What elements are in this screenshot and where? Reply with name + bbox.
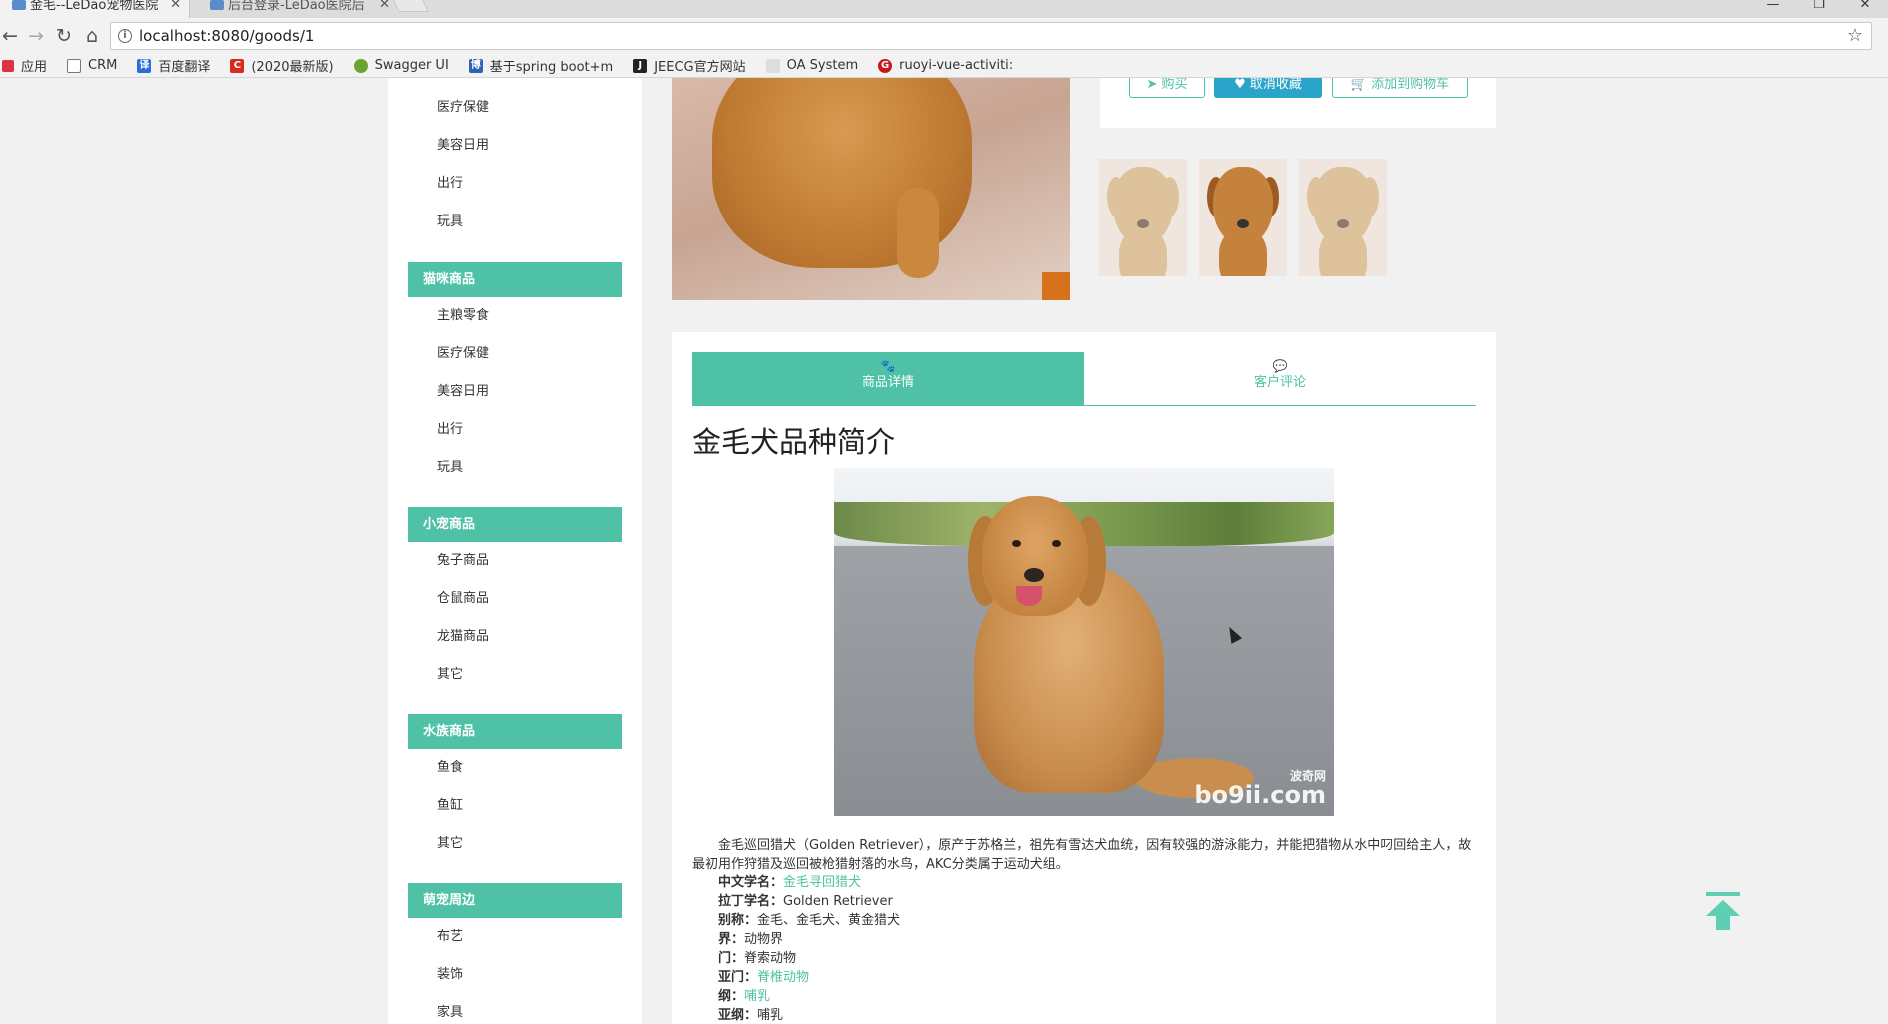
product-thumbnail[interactable] bbox=[1099, 159, 1187, 276]
reload-icon[interactable]: ↻ bbox=[52, 24, 76, 48]
home-icon[interactable]: ⌂ bbox=[80, 24, 104, 48]
bookmarks-bar: 应用 CRM 译百度翻译 C (2020最新版) Swagger UI 博基于sp… bbox=[0, 54, 1888, 78]
info-link[interactable]: 金毛寻回猎犬 bbox=[783, 875, 861, 890]
page-icon bbox=[765, 58, 780, 73]
browser-tab-strip: 金毛--LeDao宠物医院 ✕ 后台登录-LeDao医院后 ✕ — ❐ ✕ bbox=[0, 0, 1888, 18]
category-link[interactable]: 龙猫商品 bbox=[437, 629, 489, 645]
site-favicon-icon bbox=[12, 0, 26, 10]
bookmark-baidu-translate[interactable]: 译百度翻译 bbox=[137, 56, 210, 75]
category-link[interactable]: 仓鼠商品 bbox=[437, 591, 489, 607]
category-link[interactable]: 兔子商品 bbox=[437, 553, 489, 569]
category-link[interactable]: 出行 bbox=[437, 176, 463, 192]
apps-grid-icon bbox=[2, 59, 14, 72]
browser-tab-inactive[interactable]: 后台登录-LeDao医院后 ✕ bbox=[198, 0, 398, 18]
category-header-small-pets: 小宠商品 bbox=[408, 507, 622, 542]
info-row: 门：脊索动物 bbox=[718, 951, 797, 966]
info-row: 中文学名：金毛寻回猎犬 bbox=[718, 875, 862, 890]
close-window-icon[interactable]: ✕ bbox=[1842, 0, 1888, 18]
detail-tabs: 🐾 商品详情 💬 客户评论 bbox=[692, 352, 1476, 406]
tab-title: 后台登录-LeDao医院后 bbox=[228, 0, 365, 13]
close-tab-icon[interactable]: ✕ bbox=[170, 0, 181, 11]
purchase-panel: ➤ 购买 ♥ 取消收藏 🛒 添加到购物车 bbox=[1100, 78, 1496, 128]
address-url[interactable]: localhost:8080/goods/1 bbox=[139, 23, 314, 49]
page-content: 医疗保健 美容日用 出行 玩具 猫咪商品 主粮零食 医疗保健 美容日用 出行 玩… bbox=[0, 78, 1888, 1024]
category-link[interactable]: 主粮零食 bbox=[437, 308, 489, 324]
new-tab-button[interactable] bbox=[393, 0, 429, 12]
info-link[interactable]: 脊椎动物 bbox=[757, 970, 809, 985]
product-thumbnail[interactable] bbox=[1199, 159, 1287, 276]
forward-arrow-icon[interactable]: → bbox=[24, 24, 48, 48]
tab-customer-reviews[interactable]: 💬 客户评论 bbox=[1084, 352, 1476, 406]
category-link[interactable]: 鱼食 bbox=[437, 760, 463, 776]
info-row: 亚门：脊椎动物 bbox=[718, 970, 810, 985]
swagger-icon bbox=[353, 58, 368, 73]
dog-paw-illustration bbox=[897, 188, 939, 278]
add-to-cart-button[interactable]: 🛒 添加到购物车 bbox=[1332, 78, 1468, 98]
intro-title: 金毛犬品种简介 bbox=[692, 425, 896, 459]
restore-icon[interactable]: ❐ bbox=[1796, 0, 1842, 18]
tab-product-details[interactable]: 🐾 商品详情 bbox=[692, 352, 1084, 406]
bookmark-ruoyi[interactable]: Gruoyi-vue-activiti: bbox=[878, 58, 1013, 73]
category-link[interactable]: 美容日用 bbox=[437, 384, 489, 400]
breed-description: 金毛巡回猎犬（Golden Retriever），原产于苏格兰，祖先有雪达犬血统… bbox=[692, 838, 1472, 872]
window-controls: — ❐ ✕ bbox=[1750, 0, 1888, 18]
info-row: 别称：金毛、金毛犬、黄金猎犬 bbox=[718, 913, 901, 928]
page-icon bbox=[67, 58, 82, 73]
category-link[interactable]: 医疗保健 bbox=[437, 346, 489, 362]
site-info-icon[interactable]: i bbox=[118, 29, 132, 43]
bookmark-jeecg[interactable]: J JEECG官方网站 bbox=[633, 56, 746, 75]
category-link[interactable]: 其它 bbox=[437, 667, 463, 683]
minimize-icon[interactable]: — bbox=[1750, 0, 1796, 18]
category-header-cats: 猫咪商品 bbox=[408, 262, 622, 297]
bookmark-swagger[interactable]: Swagger UI bbox=[353, 58, 449, 73]
product-detail-card: 🐾 商品详情 💬 客户评论 金毛犬品种简介 波奇网 bo9ii.com 金毛巡回… bbox=[672, 332, 1496, 1024]
category-link[interactable]: 布艺 bbox=[437, 929, 463, 945]
info-row: 纲：哺乳 bbox=[718, 989, 771, 1004]
category-link[interactable]: 玩具 bbox=[437, 214, 463, 230]
photo-watermark: 波奇网 bo9ii.com bbox=[1194, 769, 1326, 809]
bookmark-star-icon[interactable]: ☆ bbox=[1847, 24, 1863, 48]
gitee-icon: G bbox=[878, 58, 893, 73]
bookmark-oa[interactable]: OA System bbox=[765, 58, 858, 73]
close-tab-icon[interactable]: ✕ bbox=[379, 0, 390, 11]
jeecg-icon: J bbox=[633, 58, 648, 73]
category-link[interactable]: 玩具 bbox=[437, 460, 463, 476]
csdn-icon: C bbox=[230, 58, 245, 73]
info-row: 拉丁学名：Golden Retriever bbox=[718, 894, 893, 909]
info-row: 亚纲：哺乳 bbox=[718, 1008, 784, 1023]
comment-icon: 💬 bbox=[1272, 359, 1288, 373]
unfavorite-button[interactable]: ♥ 取消收藏 bbox=[1214, 78, 1322, 98]
browser-tab-active[interactable]: 金毛--LeDao宠物医院 ✕ bbox=[0, 0, 190, 18]
paw-icon: 🐾 bbox=[880, 359, 896, 373]
category-link[interactable]: 美容日用 bbox=[437, 138, 489, 154]
product-thumbnail[interactable] bbox=[1299, 159, 1387, 276]
tab-title: 金毛--LeDao宠物医院 bbox=[30, 0, 159, 13]
info-row: 界：动物界 bbox=[718, 932, 784, 947]
category-link[interactable]: 家具 bbox=[437, 1005, 463, 1021]
golden-retriever-photo: 波奇网 bo9ii.com bbox=[834, 468, 1334, 816]
category-link[interactable]: 出行 bbox=[437, 422, 463, 438]
back-arrow-icon[interactable]: ← bbox=[0, 24, 22, 48]
back-to-top-icon[interactable] bbox=[1706, 892, 1740, 932]
baidu-translate-icon: 译 bbox=[137, 58, 152, 73]
browser-toolbar: ← → ↻ ⌂ i localhost:8080/goods/1 ☆ bbox=[0, 18, 1888, 54]
category-link[interactable]: 医疗保健 bbox=[437, 100, 489, 116]
buy-button[interactable]: ➤ 购买 bbox=[1129, 78, 1205, 98]
bookmark-apps[interactable]: 应用 bbox=[2, 56, 47, 75]
category-link[interactable]: 装饰 bbox=[437, 967, 463, 983]
product-main-image bbox=[672, 78, 1070, 300]
bookmark-blog[interactable]: 博基于spring boot+m bbox=[468, 56, 613, 75]
category-header-aquatic: 水族商品 bbox=[408, 714, 622, 749]
blog-icon: 博 bbox=[468, 58, 483, 73]
address-bar[interactable]: i localhost:8080/goods/1 ☆ bbox=[110, 22, 1872, 50]
site-favicon-icon bbox=[210, 0, 224, 10]
info-link[interactable]: 哺乳 bbox=[744, 989, 770, 1004]
bookmark-crm[interactable]: CRM bbox=[67, 58, 117, 73]
category-link[interactable]: 其它 bbox=[437, 836, 463, 852]
bookmark-csdn[interactable]: C (2020最新版) bbox=[230, 56, 334, 75]
image-corner bbox=[1042, 272, 1070, 300]
category-link[interactable]: 鱼缸 bbox=[437, 798, 463, 814]
category-sidebar: 医疗保健 美容日用 出行 玩具 猫咪商品 主粮零食 医疗保健 美容日用 出行 玩… bbox=[388, 78, 642, 1024]
category-header-accessories: 萌宠周边 bbox=[408, 883, 622, 918]
